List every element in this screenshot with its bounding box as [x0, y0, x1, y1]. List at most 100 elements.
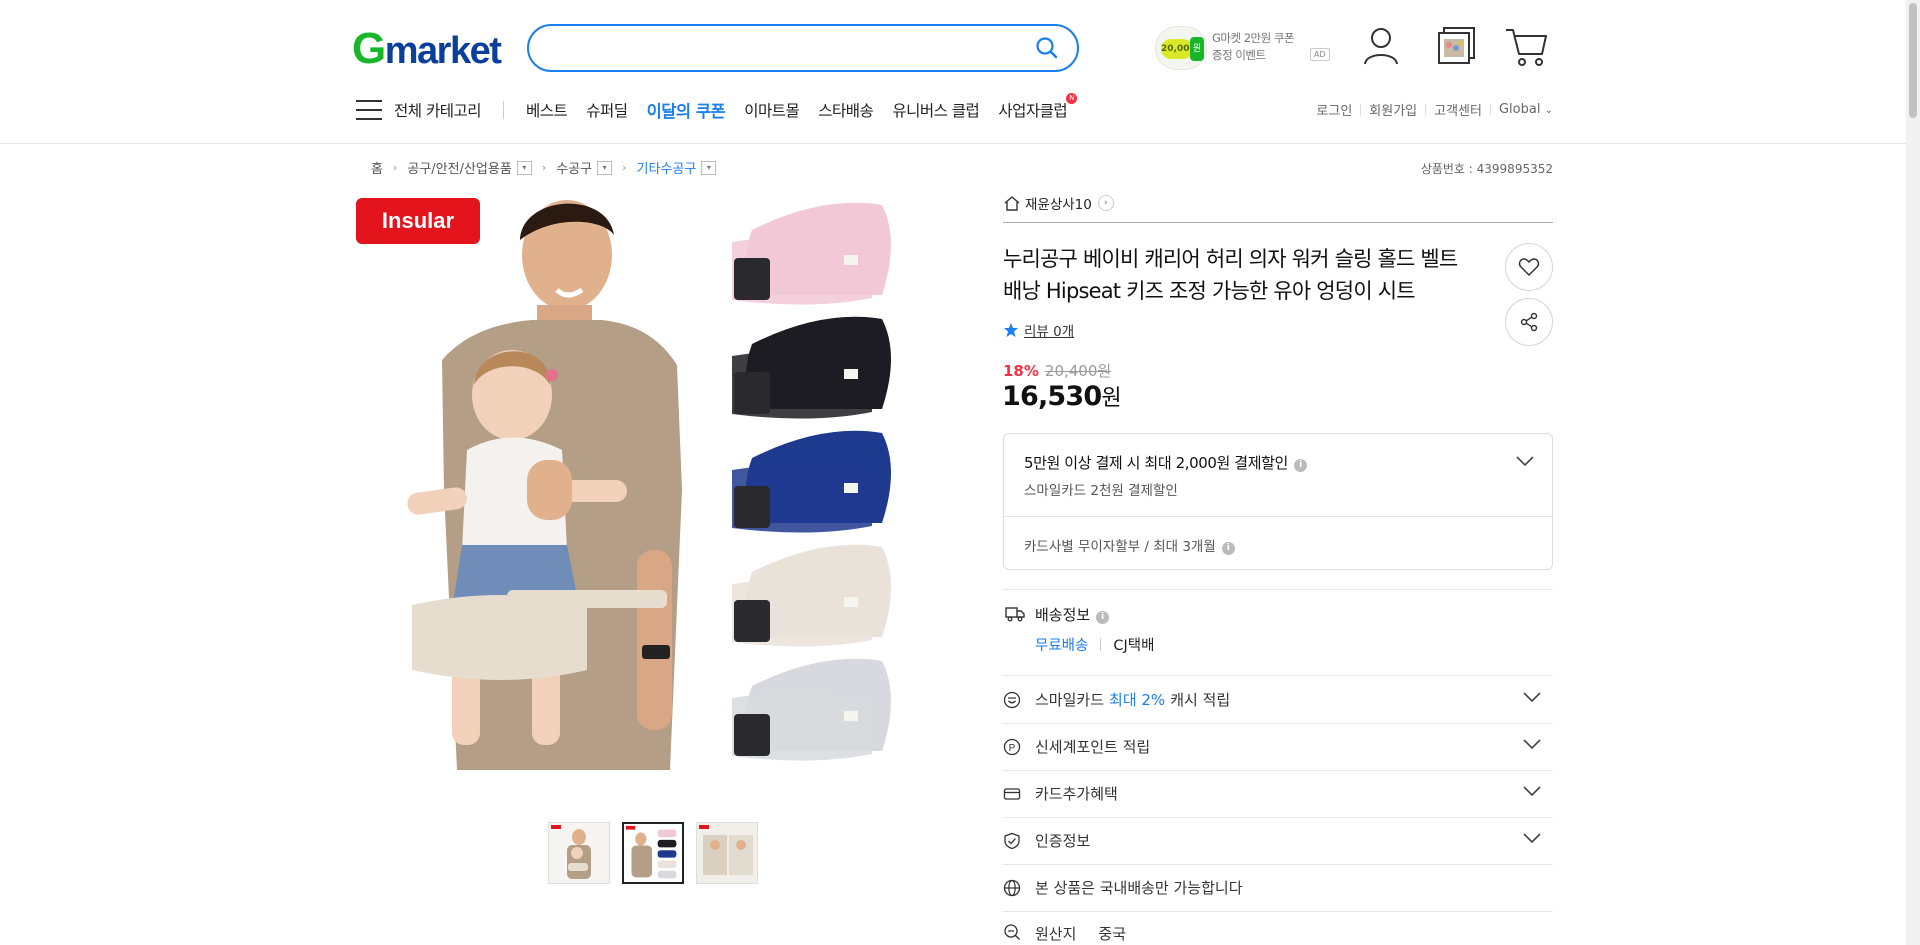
smilecard-cashback-row[interactable]: 스마일카드 최대 2% 캐시 적립 — [1003, 676, 1553, 723]
breadcrumb: 홈 › 공구/안전/산업용품 ▾ › 수공구 ▾ › 기타수공구 ▾ — [371, 158, 717, 177]
business-club-label: 사업자클럽 — [998, 102, 1068, 120]
coin-amount: 20,000 — [1161, 39, 1196, 59]
ssg-point-row[interactable]: P 신세계포인트 적립 — [1003, 723, 1553, 770]
wishlist-button[interactable] — [1505, 243, 1553, 291]
ssg-point-label: 신세계포인트 적립 — [1035, 738, 1151, 756]
coupon-coin-icon: 20,000 원 — [1155, 26, 1207, 70]
installment-info: 카드사별 무이자할부 / 최대 3개월 i — [1024, 535, 1235, 555]
hamburger-icon[interactable] — [356, 100, 382, 120]
ad-banner[interactable]: 20,000 원 G마켓 2만원 쿠폰 증정 이벤트 AD — [1155, 24, 1330, 72]
nav-item-emart[interactable]: 이마트몰 — [744, 99, 800, 121]
free-shipping: 무료배송 — [1035, 638, 1089, 654]
global-label: Global — [1498, 102, 1541, 117]
carrier-color-stack — [732, 202, 891, 761]
shop-name: 재윤상사10 — [1025, 197, 1092, 213]
card-benefit-row[interactable]: 카드추가혜택 — [1003, 770, 1553, 817]
carrier-swatch — [732, 544, 891, 647]
thumbnail-2[interactable] — [622, 822, 684, 884]
logo-g: G — [352, 24, 386, 73]
review-label: 리뷰 0개 — [1024, 324, 1075, 340]
domestic-only-label: 본 상품은 국내배송만 가능합니다 — [1035, 879, 1243, 897]
chevron-down-icon — [1523, 739, 1541, 750]
discount-info: 18% 20,400원 — [1003, 360, 1111, 381]
ad-line2: 증정 이벤트 — [1212, 48, 1266, 62]
discount-rate: 18% — [1003, 362, 1039, 380]
cart-icon[interactable] — [1504, 26, 1548, 72]
ad-badge: AD — [1310, 48, 1330, 61]
nav-item-star-delivery[interactable]: 스타배송 — [818, 99, 874, 121]
nav-item-best[interactable]: 베스트 — [526, 99, 568, 121]
dropdown-icon[interactable]: ▾ — [597, 160, 613, 175]
chevron-down-icon — [1523, 833, 1541, 844]
home-icon — [1004, 195, 1020, 211]
price-value: 16,530 — [1002, 381, 1102, 412]
point-icon: P — [1003, 738, 1025, 756]
certification-label: 인증정보 — [1035, 832, 1091, 850]
search-icon[interactable] — [1035, 36, 1059, 64]
carrier-swatch — [732, 430, 891, 533]
divider — [1003, 589, 1553, 590]
product-title: 누리공구 베이비 캐리어 허리 의자 워커 슬링 홀드 벨트 배낭 Hipsea… — [1003, 247, 1458, 303]
shop-link[interactable]: 재윤상사10 › — [1003, 193, 1114, 213]
globe-icon — [1003, 879, 1025, 897]
product-number: 상품번호 : 4399895352 — [1420, 162, 1553, 176]
smile-pre: 스마일카드 — [1035, 691, 1105, 709]
global-link[interactable]: Global ⌄ — [1499, 102, 1553, 117]
info-icon[interactable]: i — [1293, 459, 1307, 472]
price-unit: 원 — [1101, 386, 1121, 411]
nav-item-universe-club[interactable]: 유니버스 클럽 — [892, 99, 980, 121]
smile-icon — [1003, 691, 1025, 709]
shield-check-icon — [1003, 832, 1025, 850]
header-divider — [0, 143, 1906, 144]
share-icon — [1520, 312, 1538, 332]
shipping-value: 무료배송 CJ택배 — [1035, 634, 1154, 655]
domestic-shipping-row: 본 상품은 국내배송만 가능합니다 — [1003, 864, 1553, 911]
coin-unit: 원 — [1190, 37, 1204, 61]
thumbnail-1[interactable] — [548, 822, 610, 884]
chevron-right-icon: › — [1097, 195, 1114, 211]
info-icon[interactable]: i — [1096, 611, 1110, 624]
page-scrollbar[interactable] — [1906, 0, 1920, 945]
thumbnail-3[interactable] — [696, 822, 758, 884]
shop-divider — [1003, 222, 1553, 223]
heart-icon — [1518, 258, 1540, 277]
main-nav: 전체 카테고리 베스트 슈퍼딜 이달의 쿠폰 이마트몰 스타배송 유니버스 클럽… — [356, 93, 1086, 124]
smile-post: 캐시 적립 — [1170, 691, 1231, 709]
benefit-headline: 5만원 이상 결제 시 최대 2,000원 결제할인 i — [1024, 452, 1307, 473]
breadcrumb-home[interactable]: 홈 — [371, 158, 383, 177]
certification-row[interactable]: 인증정보 — [1003, 817, 1553, 864]
recent-items-icon[interactable] — [1437, 26, 1477, 70]
nav-item-superdeal[interactable]: 슈퍼딜 — [586, 99, 628, 121]
payment-benefit-box[interactable]: 5만원 이상 결제 시 최대 2,000원 결제할인 i 스마일카드 2천원 결제… — [1003, 433, 1553, 570]
nav-item-business-club[interactable]: 사업자클럽 N — [998, 93, 1078, 121]
my-account-icon[interactable] — [1362, 26, 1400, 70]
gmarket-logo[interactable]: Gmarket — [352, 24, 502, 74]
carrier-swatch — [732, 202, 891, 305]
signup-link[interactable]: 회원가입 — [1369, 100, 1417, 119]
search-bar[interactable] — [527, 24, 1079, 72]
breadcrumb-cat3[interactable]: 기타수공구 — [637, 158, 697, 177]
origin-label: 원산지 — [1035, 925, 1077, 943]
chevron-right-icon: › — [622, 161, 627, 174]
review-link[interactable]: 리뷰 0개 — [1003, 320, 1074, 340]
info-icon[interactable]: i — [1221, 542, 1235, 555]
search-input[interactable] — [551, 26, 1021, 70]
login-link[interactable]: 로그인 — [1316, 100, 1352, 119]
dropdown-icon[interactable]: ▾ — [516, 160, 532, 175]
ad-text: G마켓 2만원 쿠폰 증정 이벤트 — [1212, 30, 1295, 64]
thumbnail-strip — [548, 822, 758, 884]
dropdown-icon[interactable]: ▾ — [701, 160, 717, 175]
share-button[interactable] — [1505, 298, 1553, 346]
chevron-right-icon: › — [541, 161, 547, 174]
origin-value: 중국 — [1098, 925, 1127, 943]
scrollbar-thumb[interactable] — [1909, 3, 1917, 118]
breadcrumb-cat1[interactable]: 공구/안전/산업용품 — [407, 158, 511, 177]
chevron-down-icon[interactable] — [1516, 456, 1534, 467]
all-categories-link[interactable]: 전체 카테고리 — [394, 99, 482, 121]
nav-item-monthly-coupon[interactable]: 이달의 쿠폰 — [647, 98, 726, 122]
ad-line1: G마켓 2만원 쿠폰 — [1212, 31, 1295, 45]
customer-center-link[interactable]: 고객센터 — [1434, 100, 1482, 119]
carrier-name: CJ택배 — [1113, 638, 1155, 654]
breadcrumb-cat2[interactable]: 수공구 — [556, 158, 592, 177]
product-main-image[interactable]: Insular — [352, 190, 952, 790]
